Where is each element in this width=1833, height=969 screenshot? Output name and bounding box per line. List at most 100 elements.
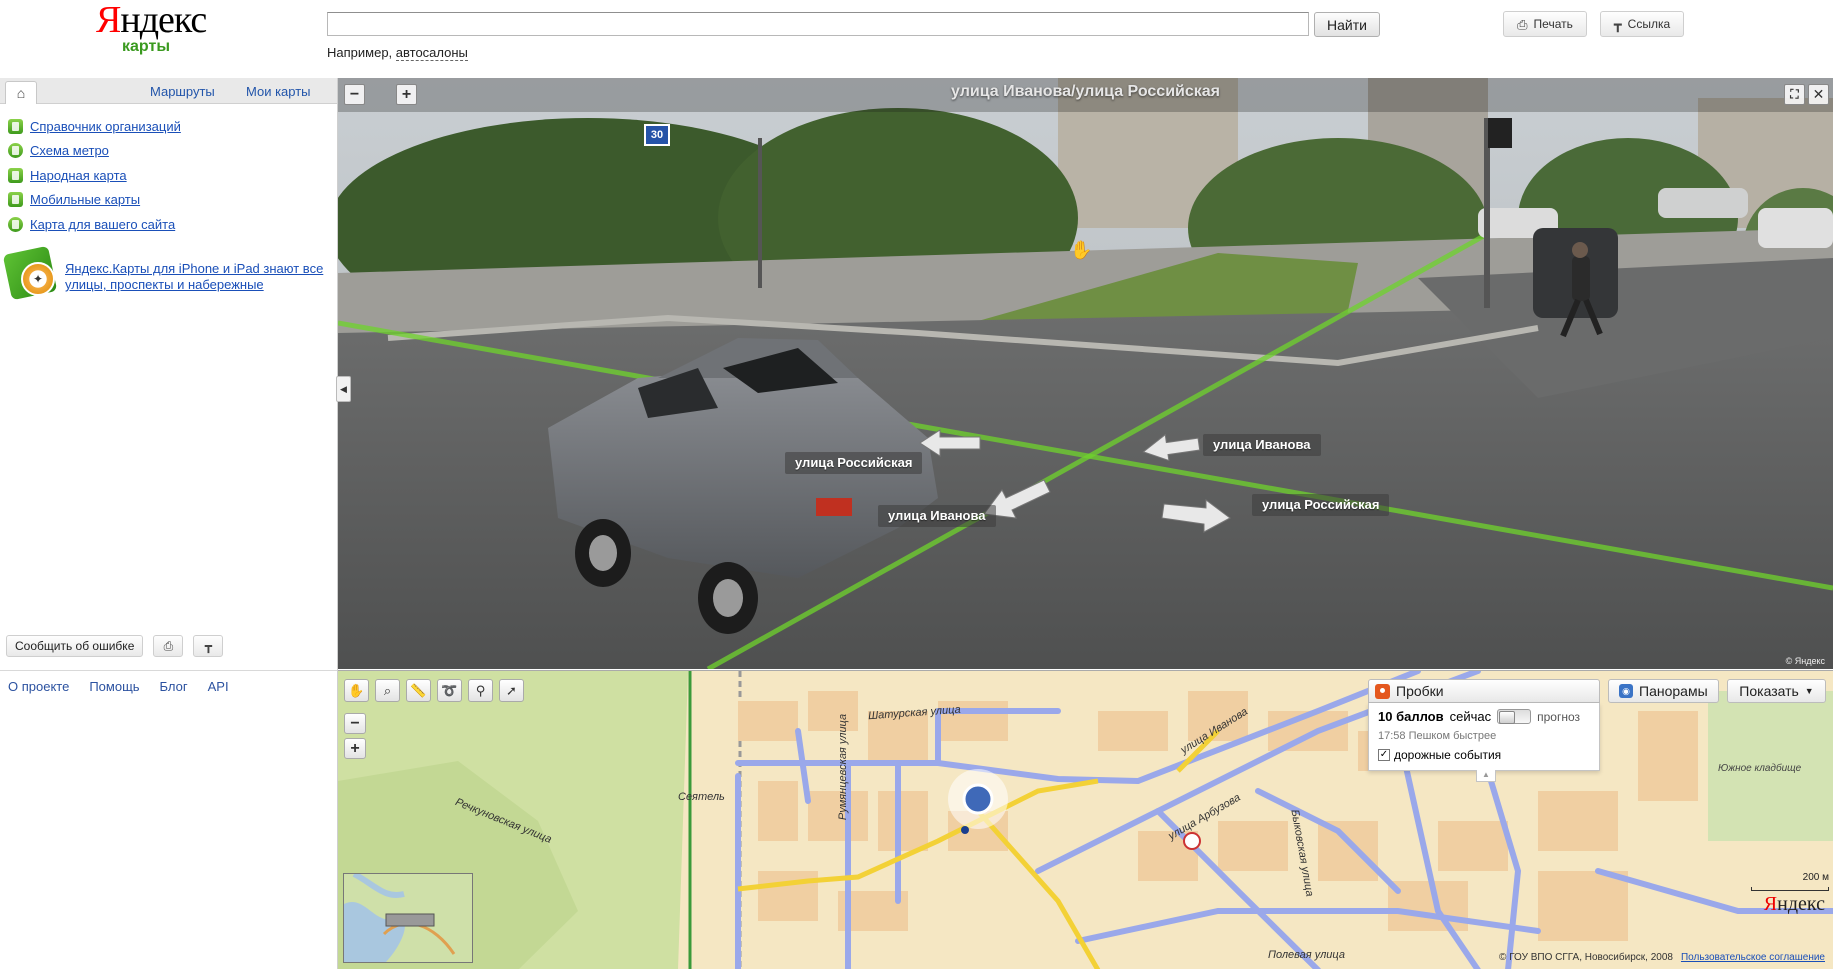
overview-minimap[interactable] <box>343 873 473 963</box>
traffic-toggle-button[interactable]: Пробки <box>1368 679 1600 703</box>
panorama-zoom-out[interactable]: − <box>344 84 365 105</box>
tool-route[interactable]: ➰ <box>437 679 462 702</box>
tool-ruler[interactable]: 📏 <box>406 679 431 702</box>
promo-link[interactable]: Яндекс.Карты для iPhone и iPad знают все… <box>65 261 327 300</box>
sidebar-item-people-map[interactable]: Народная карта <box>8 163 337 188</box>
map-view[interactable]: ✋ ⌕ 📏 ➰ ⚲ ➚ − + Речкуновская улица Шатур… <box>338 670 1833 969</box>
user-agreement-link[interactable]: Пользовательское соглашение <box>1681 952 1825 963</box>
road-events-label[interactable]: дорожные события <box>1394 748 1501 762</box>
sidebar-item-mobile[interactable]: Мобильные карты <box>8 188 337 213</box>
plus-icon: + <box>350 739 360 757</box>
map-logo-first: Я <box>1763 893 1778 915</box>
show-label: Показать <box>1739 683 1799 699</box>
cemetery-label: Южное кладбище <box>1718 763 1802 774</box>
tab-routes[interactable]: Маршруты <box>150 84 215 99</box>
fullscreen-icon: ⛶ <box>1790 87 1799 101</box>
panorama-scene <box>338 78 1833 669</box>
footer-links: О проекте Помощь Блог API <box>8 679 229 694</box>
logo-rest: ндекс <box>120 0 207 41</box>
metro-icon <box>8 143 23 159</box>
street-label-ivanova[interactable]: улица Иванова <box>878 505 996 527</box>
report-row: Сообщить об ошибке ⎙ ┳ <box>6 635 224 657</box>
panorama-close[interactable]: ✕ <box>1808 84 1829 105</box>
report-error-button[interactable]: Сообщить об ошибке <box>6 635 144 657</box>
arrow-rossiyskaya-left[interactable] <box>918 428 982 458</box>
footer-api[interactable]: API <box>208 679 229 694</box>
sidebar-divider <box>0 670 337 671</box>
compass-icon: ✦ <box>21 262 55 296</box>
arrow-ivanova-right[interactable] <box>1141 432 1201 462</box>
panorama-icon: ◉ <box>1619 684 1633 698</box>
sidebar-item-label[interactable]: Схема метро <box>30 143 109 158</box>
print-button[interactable]: ⎙ Печать <box>1503 11 1587 37</box>
search-button[interactable]: Найти <box>1314 12 1380 37</box>
map-copyright-text: © ГОУ ВПО СГГА, Новосибирск, 2008 <box>1499 952 1673 963</box>
tool-pointer[interactable]: ➚ <box>499 679 524 702</box>
tool-hand[interactable]: ✋ <box>344 679 369 702</box>
traffic-forecast-label[interactable]: прогноз <box>1537 710 1580 724</box>
street-rumyantsevskaya: Румянцевская улица <box>837 713 850 821</box>
close-icon: ✕ <box>1812 86 1825 102</box>
map-logo-rest: ндекс <box>1777 893 1825 915</box>
logo-first-letter: Я <box>96 0 121 41</box>
plus-icon: + <box>401 85 412 103</box>
traffic-light-icon <box>1375 683 1390 699</box>
panorama-fullscreen[interactable]: ⛶ <box>1784 84 1805 105</box>
sidebar-item-label[interactable]: Справочник организаций <box>30 119 181 134</box>
sidebar-item-label[interactable]: Мобильные карты <box>30 192 140 207</box>
printer-icon: ⎙ <box>1517 16 1528 32</box>
tab-my-maps[interactable]: Мои карты <box>246 84 311 99</box>
street-label-rossiyskaya[interactable]: улица Российская <box>1252 494 1390 516</box>
map-yandex-logo[interactable]: Яндекс <box>1764 893 1825 916</box>
sidebar-link-button[interactable]: ┳ <box>193 635 224 657</box>
minus-icon: − <box>350 714 360 732</box>
map-zoom: − + <box>344 713 366 759</box>
traffic-details: 10 баллов сейчас прогноз 17:58 Пешком бы… <box>1368 703 1600 771</box>
traffic-title: Пробки <box>1396 683 1444 699</box>
panorama-zoom-in[interactable]: + <box>396 84 417 105</box>
panorama-copyright: © Яндекс <box>1785 656 1825 666</box>
sidebar-collapse-handle[interactable]: ◀ <box>336 376 351 402</box>
arrow-rossiyskaya-right[interactable] <box>1160 496 1232 536</box>
search-input[interactable] <box>327 12 1309 36</box>
example-link[interactable]: автосалоны <box>395 45 468 61</box>
street-polevaya: Полевая улица <box>1268 949 1345 961</box>
panoramas-button[interactable]: ◉ Панорамы <box>1608 679 1719 703</box>
link-button[interactable]: ┳ Ссылка <box>1600 11 1684 37</box>
footer-blog[interactable]: Блог <box>160 679 188 694</box>
street-label-rossiyskaya[interactable]: улица Российская <box>785 452 923 474</box>
sidebar-item-label[interactable]: Карта для вашего сайта <box>30 217 175 232</box>
logo-word: Яндекс <box>96 0 207 41</box>
directory-icon <box>8 118 23 134</box>
printer-icon: ⎙ <box>163 638 174 653</box>
street-label-ivanova[interactable]: улица Иванова <box>1203 434 1321 456</box>
sidebar-tabs: ⌂ Маршруты Мои карты <box>0 78 337 104</box>
sidebar-print-button[interactable]: ⎙ <box>153 635 184 657</box>
map-zoom-out[interactable]: − <box>344 713 366 734</box>
link-label: Ссылка <box>1627 17 1671 31</box>
tool-magnifier[interactable]: ⌕ <box>375 679 400 702</box>
print-label: Печать <box>1533 17 1573 31</box>
forecast-toggle[interactable] <box>1497 709 1532 724</box>
tab-home[interactable]: ⌂ <box>5 81 37 104</box>
road-events-checkbox[interactable]: ✓ <box>1378 749 1390 761</box>
show-layers-button[interactable]: Показать ▼ <box>1727 679 1826 703</box>
footer-about[interactable]: О проекте <box>8 679 69 694</box>
tool-search-area[interactable]: ⚲ <box>468 679 493 702</box>
street-panorama[interactable]: 30 ✋ улица Иванова/улица Российская − + … <box>338 78 1833 669</box>
map-zoom-in[interactable]: + <box>344 738 366 759</box>
chevron-up-icon[interactable]: ▲ <box>1476 770 1496 782</box>
magnifier-icon: ⌕ <box>383 682 392 698</box>
iphone-promo[interactable]: ✦ Яндекс.Карты для iPhone и iPad знают в… <box>2 245 327 301</box>
traffic-score-row: 10 баллов сейчас прогноз <box>1378 709 1590 724</box>
sidebar-item-metro[interactable]: Схема метро <box>8 139 337 164</box>
mobile-icon <box>8 192 23 208</box>
road-events-row[interactable]: ✓ дорожные события <box>1378 748 1590 762</box>
yandex-logo[interactable]: Яндекс карты <box>96 0 207 56</box>
sidebar-item-site-map[interactable]: Карта для вашего сайта <box>8 212 337 237</box>
link-icon: ┳ <box>1613 16 1622 32</box>
place-seyatel: Сеятель <box>678 791 725 803</box>
sidebar-item-directory[interactable]: Справочник организаций <box>8 114 337 139</box>
footer-help[interactable]: Помощь <box>89 679 139 694</box>
sidebar-item-label[interactable]: Народная карта <box>30 168 127 183</box>
